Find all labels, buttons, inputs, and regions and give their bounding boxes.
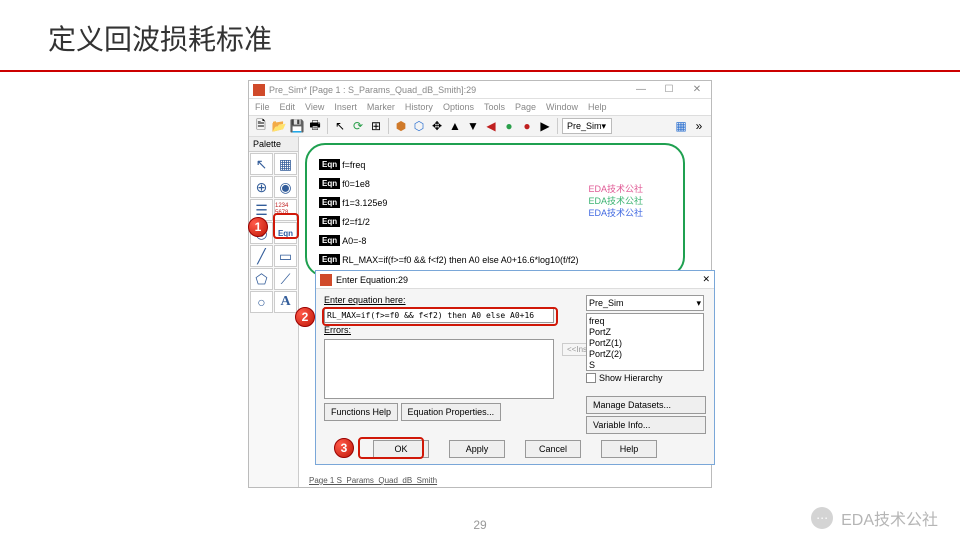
print-icon[interactable]: 🖶 (307, 118, 323, 134)
pal-circle-icon[interactable]: ○ (250, 291, 273, 313)
cancel-button[interactable]: Cancel (525, 440, 581, 458)
eqn-row[interactable]: EqnA0=-8 (319, 235, 665, 246)
slide-title: 定义回波损耗标准 (0, 0, 960, 70)
menu-file[interactable]: File (255, 102, 270, 112)
brand-label: EDA技术公社 (841, 506, 938, 530)
equation-properties-button[interactable]: Equation Properties... (401, 403, 502, 421)
list-item: freq (589, 316, 701, 327)
menu-history[interactable]: History (405, 102, 433, 112)
list-item: S (589, 360, 701, 371)
menu-insert[interactable]: Insert (334, 102, 357, 112)
brand-watermark: ⋯ EDA技术公社 (811, 506, 938, 530)
chevron-icon[interactable]: » (691, 118, 707, 134)
page-tab[interactable]: Page 1 S_Params_Quad_dB_Smith (309, 476, 437, 485)
dialog-title-bar: Enter Equation:29 ✕ (316, 271, 714, 289)
menu-window[interactable]: Window (546, 102, 578, 112)
equation-input[interactable] (324, 307, 554, 323)
grid-icon[interactable]: ▦ (673, 118, 689, 134)
close-icon[interactable]: ✕ (687, 84, 707, 95)
pal-equation-button[interactable]: Eqn (274, 222, 297, 244)
menu-page[interactable]: Page (515, 102, 536, 112)
dialog-title: Enter Equation:29 (336, 275, 702, 285)
pal-smith-icon[interactable]: ◉ (274, 176, 297, 198)
pal-polyline-icon[interactable]: ⟋ (274, 268, 297, 290)
variable-info-button[interactable]: Variable Info... (586, 416, 706, 434)
callout-3: 3 (334, 438, 354, 458)
circle2-icon[interactable]: ● (501, 118, 517, 134)
left-icon[interactable]: ◀ (483, 118, 499, 134)
enter-equation-label: Enter equation here: (324, 295, 406, 305)
list-item: PortZ(1) (589, 338, 701, 349)
menu-edit[interactable]: Edit (280, 102, 296, 112)
refresh-icon[interactable]: ⟳ (350, 118, 366, 134)
dataset-combo[interactable]: Pre_Sim▾ (562, 118, 612, 134)
pal-grid-icon[interactable]: ▦ (274, 153, 297, 175)
up-icon[interactable]: ▲ (447, 118, 463, 134)
menu-marker[interactable]: Marker (367, 102, 395, 112)
pal-list-icon[interactable]: 1234 5678 (274, 199, 297, 221)
new-icon[interactable]: 🗎 (253, 118, 269, 134)
apply-button[interactable]: Apply (449, 440, 505, 458)
menu-tools[interactable]: Tools (484, 102, 505, 112)
palette-panel: Palette ↖ ▦ ⊕ ◉ ☰ 1234 5678 ◎ Eqn ╱ ▭ ⬠ … (249, 137, 299, 487)
maximize-icon[interactable]: ☐ (659, 84, 679, 95)
wechat-icon: ⋯ (811, 507, 833, 529)
pal-line-icon[interactable]: ╱ (250, 245, 273, 267)
menu-help[interactable]: Help (588, 102, 607, 112)
help-button[interactable]: Help (601, 440, 657, 458)
enter-equation-dialog: Enter Equation:29 ✕ Enter equation here:… (315, 270, 715, 465)
pal-select-icon[interactable]: ↖ (250, 153, 273, 175)
menu-options[interactable]: Options (443, 102, 474, 112)
callout-2: 2 (295, 307, 315, 327)
pal-polar-icon[interactable]: ⊕ (250, 176, 273, 198)
eqn-row[interactable]: Eqnf=freq (319, 159, 665, 170)
dataset-select[interactable]: Pre_Sim▾ (586, 295, 704, 311)
menu-bar: File Edit View Insert Marker History Opt… (249, 99, 711, 115)
menu-view[interactable]: View (305, 102, 324, 112)
list-item: PortZ(2) (589, 349, 701, 360)
callout-1: 1 (248, 217, 268, 237)
show-hierarchy-checkbox[interactable] (586, 373, 596, 383)
tool2-icon[interactable]: ⬡ (411, 118, 427, 134)
pal-text-icon[interactable]: A (274, 291, 297, 313)
app-icon (253, 84, 265, 96)
show-hierarchy-label: Show Hierarchy (599, 373, 663, 383)
down-icon[interactable]: ▼ (465, 118, 481, 134)
zoom-icon[interactable]: ⊞ (368, 118, 384, 134)
minimize-icon[interactable]: — (631, 84, 651, 95)
page-number: 29 (473, 518, 486, 532)
functions-help-button[interactable]: Functions Help (324, 403, 398, 421)
title-bar: Pre_Sim* [Page 1 : S_Params_Quad_dB_Smit… (249, 81, 711, 99)
dialog-close-icon[interactable]: ✕ (702, 274, 710, 285)
circle3-icon[interactable]: ● (519, 118, 535, 134)
palette-header: Palette (249, 137, 298, 152)
variable-list[interactable]: freq PortZ PortZ(1) PortZ(2) S (586, 313, 704, 371)
dialog-icon (320, 274, 332, 286)
open-icon[interactable]: 📂 (271, 118, 287, 134)
pal-rect-icon[interactable]: ▭ (274, 245, 297, 267)
eqn-row[interactable]: EqnRL_MAX=if(f>=f0 && f<f2) then A0 else… (319, 254, 665, 265)
errors-box (324, 339, 554, 399)
watermark: EDA技术公社 EDA技术公社 EDA技术公社 (588, 183, 643, 219)
move-icon[interactable]: ✥ (429, 118, 445, 134)
list-item: PortZ (589, 327, 701, 338)
errors-label: Errors: (324, 325, 351, 335)
tool-icon[interactable]: ⬢ (393, 118, 409, 134)
pal-poly-icon[interactable]: ⬠ (250, 268, 273, 290)
ok-button[interactable]: OK (373, 440, 429, 458)
right-icon[interactable]: ▶ (537, 118, 553, 134)
window-title: Pre_Sim* [Page 1 : S_Params_Quad_dB_Smit… (269, 85, 631, 95)
toolbar: 🗎 📂 💾 🖶 ↖ ⟳ ⊞ ⬢ ⬡ ✥ ▲ ▼ ◀ ● ● ▶ Pre_Sim▾… (249, 115, 711, 137)
title-underline (0, 70, 960, 72)
manage-datasets-button[interactable]: Manage Datasets... (586, 396, 706, 414)
save-icon[interactable]: 💾 (289, 118, 305, 134)
cursor-icon[interactable]: ↖ (332, 118, 348, 134)
equation-region: Eqnf=freq Eqnf0=1e8 Eqnf1=3.125e9 Eqnf2=… (305, 143, 685, 277)
